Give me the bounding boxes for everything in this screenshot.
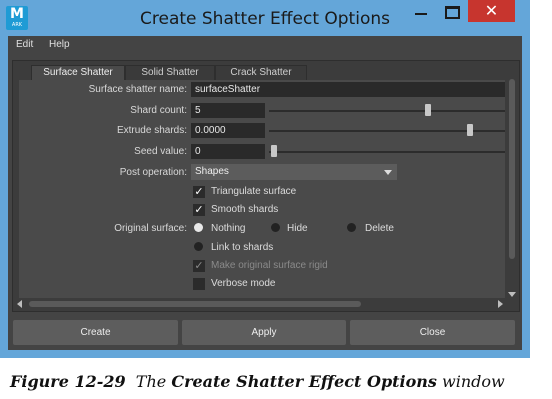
smooth-shards-label: Smooth shards	[211, 204, 279, 215]
tab-solid-shatter[interactable]: Solid Shatter	[125, 65, 215, 81]
link-to-shards-label: Link to shards	[211, 242, 274, 253]
link-to-shards-radio[interactable]	[194, 242, 203, 251]
tab-crack-shatter[interactable]: Crack Shatter	[215, 65, 307, 81]
extrude-shards-slider-thumb[interactable]	[467, 124, 473, 136]
triangulate-surface-label: Triangulate surface	[211, 186, 297, 197]
seed-value-field[interactable]: 0	[191, 144, 265, 159]
figure-caption: Figure 12-29 The Create Shatter Effect O…	[10, 372, 505, 391]
seed-value-label: Seed value:	[134, 146, 187, 157]
menu-edit[interactable]: Edit	[16, 39, 33, 50]
extrude-shards-label: Extrude shards:	[116, 125, 187, 136]
make-original-rigid-checkbox[interactable]: ✓	[193, 260, 205, 272]
menu-help[interactable]: Help	[49, 39, 70, 50]
caption-bold: Create Shatter Effect Options	[171, 372, 437, 391]
post-operation-value: Shapes	[195, 166, 229, 177]
vertical-scroll-thumb[interactable]	[509, 79, 515, 259]
original-surface-hide-radio[interactable]	[271, 223, 280, 232]
maximize-icon	[445, 6, 460, 19]
shard-count-field[interactable]: 5	[191, 103, 265, 118]
smooth-shards-checkbox[interactable]: ✓	[193, 204, 205, 216]
maximize-button[interactable]	[437, 0, 467, 22]
minimize-icon	[415, 13, 427, 15]
extrude-shards-field[interactable]: 0.0000	[191, 123, 265, 138]
tab-surface-shatter[interactable]: Surface Shatter	[31, 65, 125, 81]
triangulate-surface-checkbox[interactable]: ✓	[193, 186, 205, 198]
vertical-scrollbar[interactable]	[508, 75, 516, 297]
verbose-mode-label: Verbose mode	[211, 278, 276, 289]
dialog-window: M ARK Create Shatter Effect Options ✕ Ed…	[0, 0, 530, 358]
shard-count-slider-thumb[interactable]	[425, 104, 431, 116]
menu-bar: Edit Help	[8, 36, 522, 56]
shard-count-slider[interactable]	[269, 110, 505, 112]
make-original-rigid-label: Make original surface rigid	[211, 260, 328, 271]
horizontal-scrollbar[interactable]	[17, 299, 503, 309]
original-surface-delete-radio[interactable]	[347, 223, 356, 232]
post-operation-dropdown[interactable]: Shapes	[191, 164, 397, 180]
horizontal-scroll-thumb[interactable]	[29, 301, 361, 307]
surface-shatter-name-field[interactable]: surfaceShatter	[191, 82, 505, 97]
close-button[interactable]: Close	[350, 320, 515, 345]
figure-number: Figure 12-29	[10, 372, 126, 391]
scroll-down-arrow-icon[interactable]	[508, 292, 516, 297]
options-panel: Surface Shatter Solid Shatter Crack Shat…	[12, 60, 520, 312]
seed-value-slider[interactable]	[269, 151, 505, 153]
minimize-button[interactable]	[406, 0, 436, 22]
close-icon: ✕	[484, 1, 499, 20]
title-bar[interactable]: M ARK Create Shatter Effect Options ✕	[0, 0, 530, 36]
dropdown-arrow-icon	[379, 164, 397, 180]
create-button[interactable]: Create	[13, 320, 178, 345]
surface-shatter-name-label: Surface shatter name:	[88, 84, 187, 95]
verbose-mode-checkbox[interactable]	[193, 278, 205, 290]
scroll-left-arrow-icon[interactable]	[17, 300, 22, 308]
seed-value-slider-thumb[interactable]	[271, 145, 277, 157]
surface-shatter-form: Surface shatter name: surfaceShatter Sha…	[19, 80, 505, 298]
apply-button[interactable]: Apply	[182, 320, 346, 345]
scroll-right-arrow-icon[interactable]	[498, 300, 503, 308]
original-surface-delete-label: Delete	[365, 223, 394, 234]
post-operation-label: Post operation:	[119, 167, 187, 178]
caption-post: window	[442, 372, 505, 391]
close-window-button[interactable]: ✕	[468, 0, 515, 22]
original-surface-nothing-radio[interactable]	[194, 223, 203, 232]
shard-count-label: Shard count:	[130, 105, 187, 116]
original-surface-nothing-label: Nothing	[211, 223, 246, 234]
dialog-client: Edit Help Surface Shatter Solid Shatter …	[8, 36, 522, 350]
original-surface-hide-label: Hide	[287, 223, 308, 234]
caption-pre: The	[135, 372, 167, 391]
original-surface-label: Original surface:	[114, 223, 187, 234]
